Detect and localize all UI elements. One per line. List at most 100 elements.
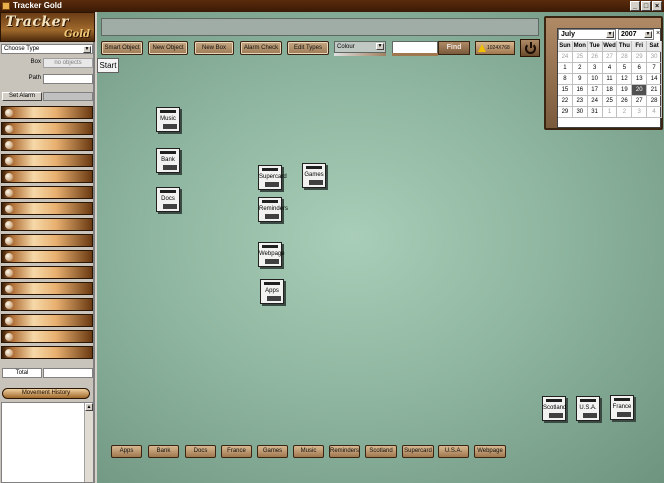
calendar-day[interactable]: 16: [572, 85, 588, 96]
calendar-day[interactable]: 14: [647, 74, 663, 85]
category-button-bank[interactable]: Bank: [148, 445, 179, 458]
minimize-button[interactable]: _: [630, 1, 640, 11]
slot-16[interactable]: [1, 346, 93, 359]
colour-select[interactable]: Colour ▼: [334, 41, 386, 53]
new-box-button[interactable]: New Box: [194, 41, 234, 55]
calendar-day[interactable]: 24: [558, 52, 573, 63]
slot-4[interactable]: [1, 154, 93, 167]
alarm-indicator-button[interactable]: 1024X768: [475, 41, 515, 55]
calendar-day[interactable]: 9: [572, 74, 588, 85]
category-button-webpage[interactable]: Webpage: [474, 445, 506, 458]
calendar-day[interactable]: 3: [587, 63, 603, 74]
calendar-day[interactable]: 30: [572, 107, 588, 118]
chevron-down-icon[interactable]: ▼: [606, 31, 614, 38]
slot-9[interactable]: [1, 234, 93, 247]
calendar-day[interactable]: 28: [647, 96, 663, 107]
power-button[interactable]: [520, 39, 540, 57]
object-tile-webpage[interactable]: Webpage: [258, 242, 285, 267]
calendar-day[interactable]: 27: [602, 52, 618, 63]
calendar-day[interactable]: 27: [632, 96, 648, 107]
calendar-day[interactable]: 17: [587, 85, 603, 96]
category-button-games[interactable]: Games: [257, 445, 288, 458]
slot-15[interactable]: [1, 330, 93, 343]
category-button-usa[interactable]: U.S.A.: [438, 445, 469, 458]
slot-12[interactable]: [1, 282, 93, 295]
tracking-canvas[interactable]: Smart Object New Object New Box Alarm Ch…: [97, 12, 664, 483]
category-button-supercard[interactable]: Supercard: [402, 445, 434, 458]
slot-14[interactable]: [1, 314, 93, 327]
slot-13[interactable]: [1, 298, 93, 311]
calendar-day[interactable]: 26: [587, 52, 603, 63]
set-alarm-tab[interactable]: Set Alarm: [2, 92, 42, 101]
object-tile-supercard[interactable]: Supercard: [258, 165, 287, 190]
smart-object-button[interactable]: Smart Object: [101, 41, 143, 55]
calendar-day[interactable]: 25: [572, 52, 588, 63]
object-tile-scotland[interactable]: Scotland: [542, 396, 566, 421]
object-tile-games[interactable]: Games: [302, 163, 326, 188]
calendar-day[interactable]: 18: [602, 85, 618, 96]
start-button[interactable]: Start: [97, 58, 119, 73]
calendar-day[interactable]: 8: [558, 74, 573, 85]
alarm-check-button[interactable]: Alarm Check: [240, 41, 282, 55]
object-tile-france[interactable]: France: [610, 395, 634, 420]
category-button-docs[interactable]: Docs: [185, 445, 216, 458]
calendar-day[interactable]: 21: [647, 85, 663, 96]
slot-1[interactable]: [1, 106, 93, 119]
calendar-day[interactable]: 3: [632, 107, 648, 118]
new-object-button[interactable]: New Object: [148, 41, 188, 55]
calendar-day[interactable]: 1: [558, 63, 573, 74]
month-select[interactable]: July ▼: [558, 29, 616, 40]
edit-types-button[interactable]: Edit Types: [287, 41, 329, 55]
category-button-scotland[interactable]: Scotland: [365, 445, 397, 458]
path-field[interactable]: [43, 74, 93, 84]
category-button-reminders[interactable]: Reminders: [329, 445, 360, 458]
object-tile-bank[interactable]: Bank: [156, 148, 180, 173]
calendar-day[interactable]: 25: [602, 96, 618, 107]
calendar-day-selected[interactable]: 20: [632, 85, 648, 96]
calendar-day[interactable]: 4: [602, 63, 618, 74]
chevron-down-icon[interactable]: ▼: [376, 43, 384, 50]
calendar-day[interactable]: 30: [647, 52, 663, 63]
calendar-day[interactable]: 29: [632, 52, 648, 63]
chevron-down-icon[interactable]: ▼: [644, 31, 652, 38]
calendar-day[interactable]: 26: [617, 96, 633, 107]
calendar-day[interactable]: 12: [617, 74, 633, 85]
slot-11[interactable]: [1, 266, 93, 279]
calendar-day[interactable]: 6: [632, 63, 648, 74]
movement-history-button[interactable]: Movement History: [2, 388, 90, 399]
slot-7[interactable]: [1, 202, 93, 215]
calendar-day[interactable]: 11: [602, 74, 618, 85]
calendar-day[interactable]: 24: [587, 96, 603, 107]
maximize-button[interactable]: □: [641, 1, 651, 11]
calendar-day[interactable]: 5: [617, 63, 633, 74]
set-alarm-field[interactable]: [43, 92, 93, 101]
category-button-apps[interactable]: Apps: [111, 445, 142, 458]
movement-history-list[interactable]: ▲: [1, 402, 94, 483]
choose-type-select[interactable]: Choose Type ▼: [1, 44, 93, 54]
category-button-music[interactable]: Music: [293, 445, 324, 458]
object-tile-music[interactable]: Music: [156, 107, 180, 132]
scroll-up-icon[interactable]: ▲: [85, 403, 93, 411]
object-tile-reminders[interactable]: Reminders: [258, 197, 288, 222]
calendar-day[interactable]: 2: [572, 63, 588, 74]
calendar-day[interactable]: 2: [617, 107, 633, 118]
object-tile-docs[interactable]: Docs: [156, 187, 180, 212]
object-tile-usa[interactable]: U.S.A.: [576, 396, 600, 421]
slot-8[interactable]: [1, 218, 93, 231]
calendar-day[interactable]: 13: [632, 74, 648, 85]
slot-5[interactable]: [1, 170, 93, 183]
box-field[interactable]: no objects: [43, 58, 93, 68]
calendar-day[interactable]: 22: [558, 96, 573, 107]
slot-2[interactable]: [1, 122, 93, 135]
year-select[interactable]: 2007 ▼: [618, 29, 654, 40]
calendar-day[interactable]: 31: [587, 107, 603, 118]
calendar-day[interactable]: 10: [587, 74, 603, 85]
chevron-down-icon[interactable]: ▼: [83, 46, 91, 53]
calendar-day[interactable]: 23: [572, 96, 588, 107]
calendar-day[interactable]: 29: [558, 107, 573, 118]
calendar-day[interactable]: 4: [647, 107, 663, 118]
find-button[interactable]: Find: [438, 41, 470, 55]
close-button[interactable]: ×: [652, 1, 662, 11]
slot-3[interactable]: [1, 138, 93, 151]
category-button-france[interactable]: France: [221, 445, 252, 458]
